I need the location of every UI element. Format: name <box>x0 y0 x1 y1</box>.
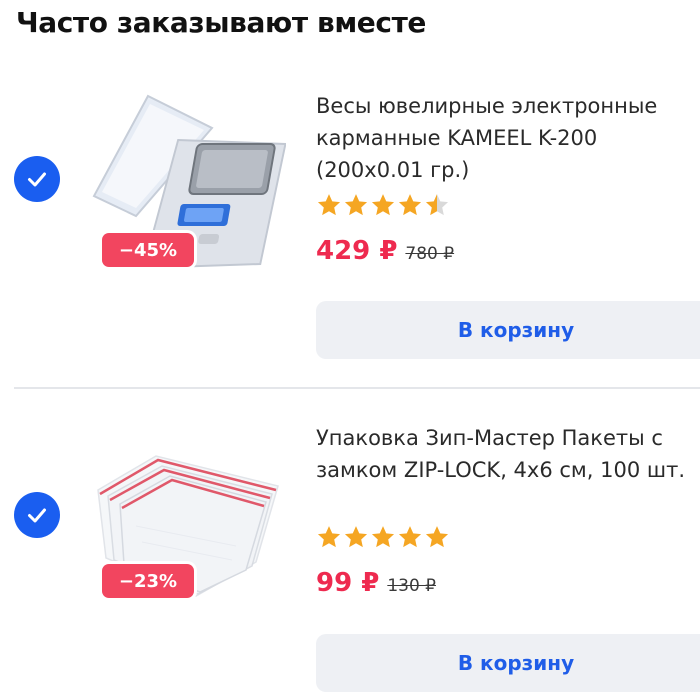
divider <box>14 387 700 389</box>
star-icon <box>317 194 341 216</box>
add-to-cart-button[interactable]: В корзину <box>316 301 700 359</box>
star-icon <box>398 194 422 216</box>
old-price: 780 ₽ <box>405 244 455 264</box>
star-icon <box>371 194 395 216</box>
product-card: −45% Весы ювелирные электронные карманны… <box>0 70 700 370</box>
star-icon <box>317 526 341 548</box>
checkbox-selected[interactable] <box>14 156 60 202</box>
rating-stars <box>316 524 450 550</box>
price-row: 429 ₽ 780 ₽ <box>316 236 454 266</box>
star-icon <box>371 526 395 548</box>
checkmark-icon <box>28 508 46 523</box>
rating-stars <box>316 192 450 218</box>
section-title: Часто заказывают вместе <box>16 6 427 39</box>
star-icon <box>425 526 449 548</box>
product-name[interactable]: Упаковка Зип-Мастер Пакеты с замком ZIP-… <box>316 422 696 486</box>
product-name[interactable]: Весы ювелирные электронные карманные KAM… <box>316 90 696 186</box>
product-card: −23% Упаковка Зип-Мастер Пакеты с замком… <box>0 408 700 692</box>
star-half-icon <box>425 194 449 216</box>
current-price: 429 ₽ <box>316 236 398 266</box>
discount-badge: −23% <box>102 564 194 598</box>
star-icon <box>344 526 368 548</box>
add-to-cart-button[interactable]: В корзину <box>316 634 700 692</box>
discount-badge: −45% <box>102 233 194 267</box>
checkbox-selected[interactable] <box>14 492 60 538</box>
star-icon <box>398 526 422 548</box>
old-price: 130 ₽ <box>387 576 436 596</box>
zip-lock-bags-image[interactable] <box>86 446 286 646</box>
current-price: 99 ₽ <box>316 568 380 598</box>
star-icon <box>344 194 368 216</box>
checkmark-icon <box>28 172 46 187</box>
price-row: 99 ₽ 130 ₽ <box>316 568 436 598</box>
